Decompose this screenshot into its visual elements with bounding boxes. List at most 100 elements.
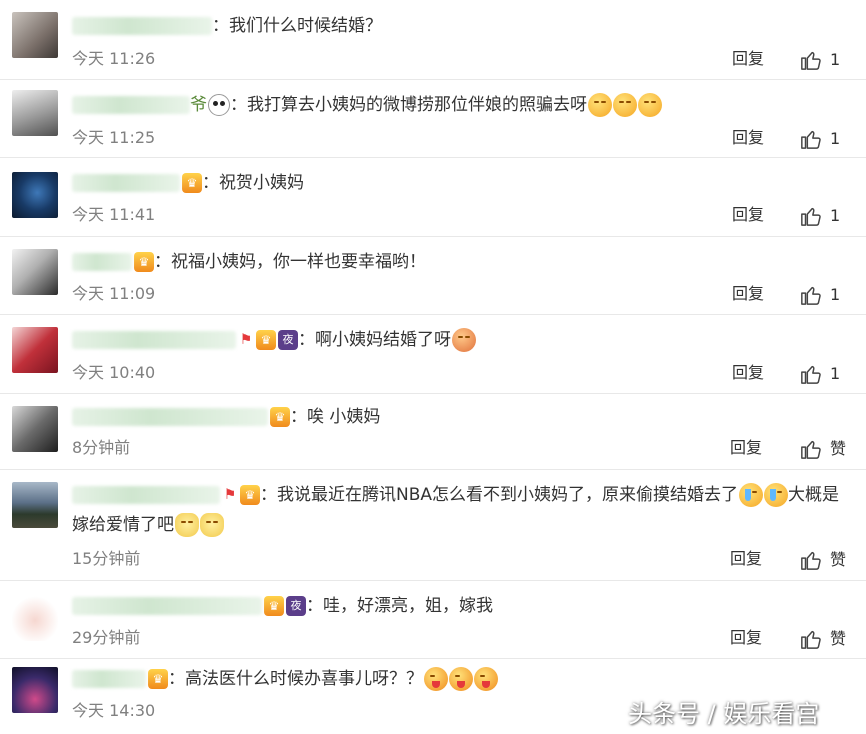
like-count: 1 <box>830 205 841 225</box>
comment-item: ♛ ：祝福小姨妈，你一样也要幸福哟！ 今天 11:09 回复 1 <box>0 237 866 315</box>
night-badge-icon: 夜 <box>286 596 306 616</box>
tongue-emoji-icon <box>474 667 498 691</box>
vip-badge-icon: ♛ <box>240 485 260 505</box>
smile-emoji-icon <box>588 93 612 117</box>
reply-button[interactable]: 回复 <box>732 202 764 228</box>
avatar[interactable] <box>12 249 58 295</box>
comment-text: ：祝贺小姨妈 <box>202 173 304 193</box>
comment-text-line: 爷 ：我打算去小姨妈的微博捞那位伴娘的照骗去呀 <box>72 90 852 120</box>
vip-badge-icon: ♛ <box>134 252 154 272</box>
avatar[interactable] <box>12 12 58 58</box>
comment-text: ：高法医什么时候办喜事儿呀？？ <box>168 669 423 689</box>
comment-text: ：我说最近在腾讯NBA怎么看不到小姨妈了，原来偷摸结婚去了 <box>260 485 739 505</box>
reply-button[interactable]: 回复 <box>730 546 762 572</box>
like-button[interactable]: 赞 <box>800 435 852 462</box>
comment-time: 8分钟前 <box>72 438 131 457</box>
username-blurred[interactable] <box>72 96 190 114</box>
username-blurred[interactable] <box>72 331 236 349</box>
reply-button[interactable]: 回复 <box>732 281 764 307</box>
comment-text-line: ⚑ ♛ 夜：啊小姨妈结婚了呀 <box>72 325 852 355</box>
comment-text: ：祝福小姨妈，你一样也要幸福哟！ <box>154 252 426 272</box>
comment-text: ：唉 小姨妈 <box>290 407 381 427</box>
username-blurred[interactable] <box>72 17 212 35</box>
thumbs-up-icon <box>801 365 821 384</box>
avatar[interactable] <box>12 667 58 713</box>
like-button[interactable]: 赞 <box>800 546 852 573</box>
vip-badge-icon: ♛ <box>264 596 284 616</box>
comment-text: ：啊小姨妈结婚了呀 <box>298 330 451 350</box>
comment-time: 29分钟前 <box>72 628 141 647</box>
comment-item: ♛ ：祝贺小姨妈 今天 11:41 回复 1 <box>0 158 866 237</box>
avatar[interactable] <box>12 406 58 452</box>
shy-emoji-icon <box>452 328 476 352</box>
reply-button[interactable]: 回复 <box>732 46 764 72</box>
avatar[interactable] <box>12 482 58 528</box>
username-blurred[interactable] <box>72 486 220 504</box>
comment-time: 今天 11:26 <box>72 49 156 68</box>
cry-emoji-icon <box>739 483 764 507</box>
comment-list: ：我们什么时候结婚？ 今天 11:26 回复 1 爷 ：我打算去小姨妈的微博捞那位… <box>0 0 866 734</box>
username-blurred[interactable] <box>72 408 268 426</box>
like-button[interactable]: 1 <box>800 281 852 308</box>
thumbs-up-icon <box>801 130 821 149</box>
like-button[interactable]: 1 <box>800 125 852 152</box>
like-count: 1 <box>830 363 841 383</box>
comment-item: ♛ ：唉 小姨妈 8分钟前 回复 赞 <box>0 394 866 470</box>
comment-time: 15分钟前 <box>72 549 141 568</box>
vip-badge-icon: ♛ <box>148 669 168 689</box>
avatar[interactable] <box>12 90 58 136</box>
panda-emoji-icon <box>208 94 230 116</box>
reply-button[interactable]: 回复 <box>730 435 762 461</box>
username-blurred[interactable] <box>72 670 146 688</box>
comment-text: ：我打算去小姨妈的微博捞那位伴娘的照骗去呀 <box>230 95 587 115</box>
comment-item: ⚑ ♛ 夜：啊小姨妈结婚了呀 今天 10:40 回复 1 <box>0 315 866 394</box>
username-blurred[interactable] <box>72 253 132 271</box>
avatar[interactable] <box>12 327 58 373</box>
like-count: 赞 <box>830 549 847 569</box>
like-button[interactable]: 1 <box>800 360 852 387</box>
thumbs-up-icon <box>801 551 821 570</box>
flag-badge-icon: ⚑ <box>223 487 237 503</box>
comment-time: 今天 14:30 <box>72 701 156 720</box>
vip-badge-icon: ♛ <box>270 407 290 427</box>
comment-item: ⚑ ♛ ：我说最近在腾讯NBA怎么看不到小姨妈了，原来偷摸结婚去了 大概是嫁给爱情了吧… <box>0 470 866 581</box>
thumbs-up-icon <box>801 51 821 70</box>
comment-text-line: ⚑ ♛ ：我说最近在腾讯NBA怎么看不到小姨妈了，原来偷摸结婚去了 大概是嫁给爱情了吧 <box>72 480 852 540</box>
like-button[interactable]: 1 <box>800 46 852 73</box>
comment-text: ：哇，好漂亮，姐，嫁我 <box>306 596 493 616</box>
comment-time: 今天 11:25 <box>72 128 156 147</box>
reply-button[interactable]: 回复 <box>732 360 764 386</box>
comment-text-line: ♛ ：高法医什么时候办喜事儿呀？？ <box>72 664 852 694</box>
smile-emoji-icon <box>613 93 637 117</box>
night-badge-icon: 夜 <box>278 330 298 350</box>
comment-text-line: ♛ ：祝贺小姨妈 <box>72 168 852 198</box>
flag-badge-icon: ⚑ <box>239 332 253 348</box>
username-blurred[interactable] <box>72 597 262 615</box>
like-count: 1 <box>830 284 841 304</box>
comment-text-line: ♛ 夜：哇，好漂亮，姐，嫁我 <box>72 591 852 621</box>
avatar[interactable] <box>12 595 58 641</box>
like-count: 1 <box>830 128 841 148</box>
comment-item: 爷 ：我打算去小姨妈的微博捞那位伴娘的照骗去呀 今天 11:25 回复 1 <box>0 80 866 158</box>
vip-badge-icon: ♛ <box>256 330 276 350</box>
username-suffix[interactable]: 爷 <box>190 95 207 115</box>
like-button[interactable]: 赞 <box>800 625 852 652</box>
username-blurred[interactable] <box>72 174 180 192</box>
avatar[interactable] <box>12 172 58 218</box>
like-count: 1 <box>830 49 841 69</box>
smile-emoji-icon <box>638 93 662 117</box>
reply-button[interactable]: 回复 <box>730 625 762 651</box>
like-count: 赞 <box>830 628 847 648</box>
comment-time: 今天 11:41 <box>72 205 156 224</box>
comment-text-line: ：我们什么时候结婚？ <box>72 11 852 41</box>
comment-item: ：我们什么时候结婚？ 今天 11:26 回复 1 <box>0 0 866 80</box>
vip-badge-icon: ♛ <box>182 173 202 193</box>
comment-text-line: ♛ ：祝福小姨妈，你一样也要幸福哟！ <box>72 247 852 277</box>
thumbs-up-icon <box>801 286 821 305</box>
thumbs-up-icon <box>801 630 821 649</box>
like-button[interactable]: 1 <box>800 202 852 229</box>
comment-text: ：我们什么时候结婚？ <box>212 16 382 36</box>
comment-time: 今天 11:09 <box>72 284 156 303</box>
tongue-emoji-icon <box>424 667 448 691</box>
reply-button[interactable]: 回复 <box>732 125 764 151</box>
